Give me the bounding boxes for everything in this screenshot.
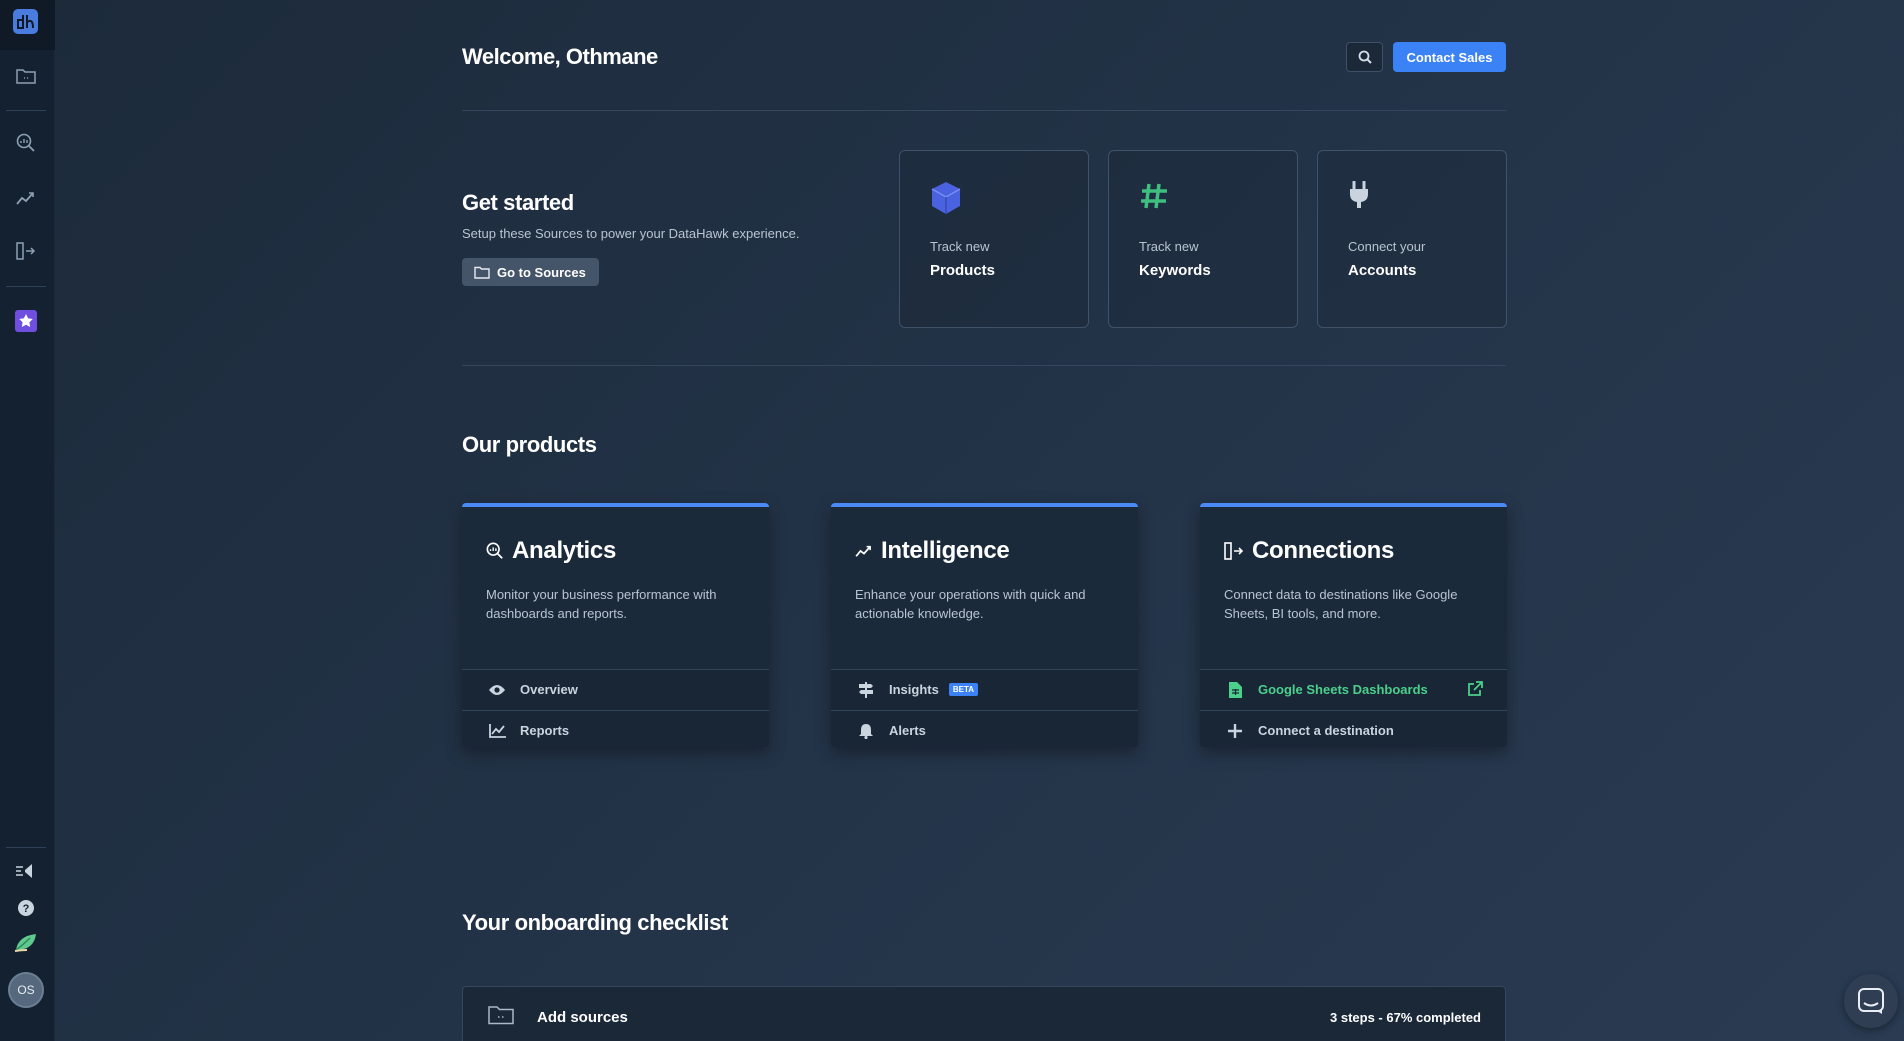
intelligence-description: Enhance your operations with quick and a… bbox=[855, 587, 1086, 621]
intelligence-card: Intelligence Enhance your operations wit… bbox=[831, 503, 1138, 747]
card-line1: Connect your bbox=[1348, 239, 1426, 254]
link-label: Google Sheets Dashboards bbox=[1258, 682, 1428, 697]
page-title: Welcome, Othmane bbox=[462, 44, 658, 69]
analytics-overview-link[interactable]: Overview bbox=[462, 669, 769, 709]
connections-export-icon bbox=[1224, 542, 1244, 560]
analytics-title: Analytics bbox=[512, 537, 617, 564]
intelligence-insights-link[interactable]: Insights BETA bbox=[831, 669, 1138, 709]
folder-icon bbox=[488, 1005, 514, 1030]
favorites-star-icon[interactable] bbox=[13, 308, 39, 334]
plug-icon bbox=[1348, 180, 1370, 214]
link-label: Insights bbox=[889, 682, 939, 697]
help-question-icon[interactable]: ? bbox=[13, 895, 39, 921]
intelligence-trend-icon bbox=[855, 545, 871, 557]
connections-export-icon[interactable] bbox=[13, 238, 39, 264]
onboarding-checklist-title: Your onboarding checklist bbox=[462, 910, 728, 935]
divider bbox=[462, 365, 1506, 366]
link-label: Connect a destination bbox=[1258, 723, 1394, 738]
link-label: Reports bbox=[520, 723, 570, 738]
sources-folder-icon[interactable] bbox=[13, 63, 39, 89]
plus-icon bbox=[1224, 723, 1246, 738]
datahawk-logo-icon[interactable] bbox=[13, 9, 38, 34]
sidebar-divider bbox=[6, 847, 46, 848]
folder-icon bbox=[474, 266, 490, 279]
bell-icon bbox=[855, 723, 877, 739]
card-line2: Keywords bbox=[1139, 262, 1211, 279]
intelligence-alerts-link[interactable]: Alerts bbox=[831, 710, 1138, 747]
chat-icon bbox=[1858, 988, 1884, 1014]
signpost-icon bbox=[855, 681, 877, 698]
cube-icon bbox=[930, 181, 962, 220]
analytics-search-icon[interactable] bbox=[13, 130, 39, 156]
intelligence-trend-icon[interactable] bbox=[13, 185, 39, 211]
sidebar: ? OS bbox=[0, 0, 55, 1041]
track-products-card[interactable]: Track new Products bbox=[899, 150, 1089, 328]
search-button[interactable] bbox=[1346, 42, 1383, 72]
analytics-search-icon bbox=[486, 542, 503, 559]
divider bbox=[462, 110, 1506, 111]
sidebar-divider bbox=[6, 286, 46, 287]
card-line1: Track new bbox=[1139, 239, 1199, 254]
card-line2: Products bbox=[930, 262, 996, 279]
search-icon bbox=[1358, 50, 1372, 64]
intelligence-header[interactable]: Intelligence bbox=[855, 537, 1010, 565]
connect-destination-link[interactable]: Connect a destination bbox=[1200, 710, 1507, 747]
card-line1: Track new bbox=[930, 239, 990, 254]
analytics-header[interactable]: Analytics bbox=[486, 537, 616, 565]
chat-launcher-button[interactable] bbox=[1844, 974, 1898, 1028]
analytics-description: Monitor your business performance with d… bbox=[486, 587, 717, 621]
connections-description: Connect data to destinations like Google… bbox=[1224, 587, 1458, 621]
connections-title: Connections bbox=[1252, 537, 1395, 564]
track-keywords-card[interactable]: Track new Keywords bbox=[1108, 150, 1298, 328]
go-to-sources-button[interactable]: Go to Sources bbox=[462, 258, 599, 286]
get-started-title: Get started bbox=[462, 190, 574, 215]
whats-new-megaphone-icon[interactable] bbox=[13, 858, 39, 884]
connections-header[interactable]: Connections bbox=[1224, 537, 1394, 565]
analytics-reports-link[interactable]: Reports bbox=[462, 710, 769, 747]
leaf-icon[interactable] bbox=[13, 929, 39, 955]
beta-badge: BETA bbox=[948, 683, 979, 696]
google-sheets-dashboards-link[interactable]: Google Sheets Dashboards bbox=[1200, 669, 1507, 709]
checklist-item-label: Add sources bbox=[537, 1009, 628, 1026]
sidebar-divider bbox=[6, 110, 46, 111]
hashtag-icon bbox=[1139, 181, 1169, 216]
contact-sales-button[interactable]: Contact Sales bbox=[1393, 42, 1506, 72]
link-label: Alerts bbox=[889, 723, 926, 738]
svg-text:?: ? bbox=[23, 903, 30, 915]
analytics-card: Analytics Monitor your business performa… bbox=[462, 503, 769, 747]
link-label: Overview bbox=[520, 682, 578, 697]
avatar-initials: OS bbox=[17, 983, 35, 997]
external-link-icon[interactable] bbox=[1467, 681, 1483, 700]
line-chart-icon bbox=[486, 723, 508, 738]
get-started-subtitle: Setup these Sources to power your DataHa… bbox=[462, 226, 800, 241]
card-line2: Accounts bbox=[1348, 262, 1417, 279]
connect-accounts-card[interactable]: Connect your Accounts bbox=[1317, 150, 1507, 328]
go-to-sources-label: Go to Sources bbox=[497, 264, 586, 280]
checklist-progress: 3 steps - 67% completed bbox=[1330, 1010, 1481, 1025]
intelligence-title: Intelligence bbox=[881, 537, 1010, 564]
our-products-title: Our products bbox=[462, 432, 597, 457]
eye-icon bbox=[486, 684, 508, 696]
connections-card: Connections Connect data to destinations… bbox=[1200, 503, 1507, 747]
sheet-icon bbox=[1224, 681, 1246, 698]
user-avatar[interactable]: OS bbox=[8, 972, 44, 1008]
checklist-item-add-sources[interactable]: Add sources 3 steps - 67% completed bbox=[462, 986, 1506, 1041]
